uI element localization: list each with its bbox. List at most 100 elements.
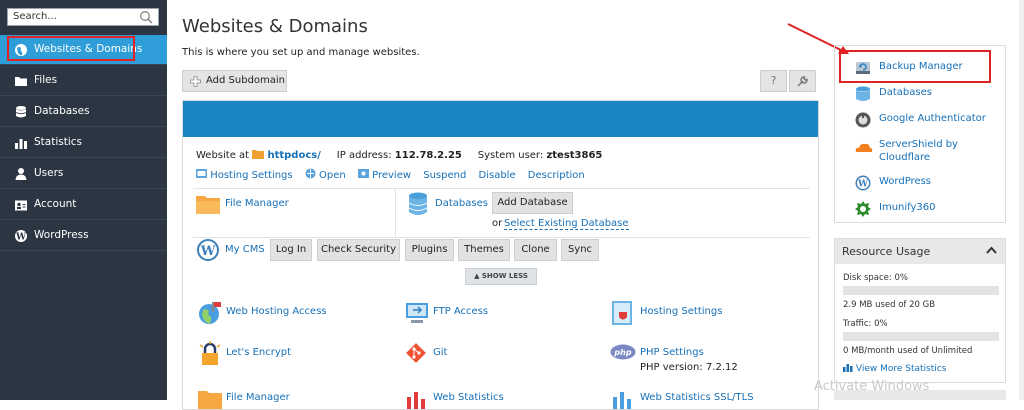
lets-encrypt-icon bbox=[199, 341, 221, 365]
website-card: Website at httpdocs/ IP address: 112.78.… bbox=[182, 100, 819, 410]
databases-link[interactable]: Databases bbox=[435, 198, 488, 209]
divider bbox=[193, 188, 810, 189]
php-settings-link[interactable]: PHP Settings bbox=[640, 347, 704, 358]
folder-icon bbox=[15, 77, 27, 86]
file-manager-link[interactable]: File Manager bbox=[225, 198, 289, 209]
nav-statistics[interactable]: Statistics bbox=[0, 128, 167, 158]
nav-account[interactable]: Account bbox=[0, 190, 167, 220]
or-label: or bbox=[492, 218, 503, 229]
bar-chart-icon bbox=[15, 139, 27, 149]
hosting-settings-link[interactable]: Hosting Settings bbox=[640, 306, 722, 317]
servershield-label-1: ServerShield by bbox=[879, 139, 958, 150]
git-icon bbox=[406, 343, 426, 363]
disk-space-bar bbox=[843, 286, 999, 295]
authenticator-icon bbox=[855, 112, 871, 128]
plugins-button[interactable]: Plugins bbox=[405, 239, 454, 261]
clone-button[interactable]: Clone bbox=[514, 239, 557, 261]
hosting-settings-link[interactable]: Hosting Settings bbox=[210, 170, 292, 181]
search-icon[interactable] bbox=[139, 10, 153, 24]
system-user-value: ztest3865 bbox=[546, 150, 603, 161]
stats-icon bbox=[613, 392, 631, 409]
show-less-label: SHOW LESS bbox=[481, 272, 528, 280]
web-statistics-link[interactable]: Web Statistics bbox=[433, 392, 504, 403]
resource-usage-panel: Resource Usage Disk space: 0% 2.9 MB use… bbox=[834, 238, 1006, 383]
sync-button[interactable]: Sync bbox=[561, 239, 599, 261]
nav-files[interactable]: Files bbox=[0, 66, 167, 96]
php-version: PHP version: 7.2.12 bbox=[640, 362, 738, 373]
svg-text:W: W bbox=[15, 233, 27, 243]
lets-encrypt-link[interactable]: Let's Encrypt bbox=[226, 347, 291, 358]
search-input[interactable] bbox=[13, 11, 133, 22]
folder-icon bbox=[252, 150, 265, 159]
web-statistics-ssl-link[interactable]: Web Statistics SSL/TLS bbox=[640, 392, 754, 403]
add-subdomain-button[interactable]: Add Subdomain bbox=[182, 70, 287, 92]
cms-login-button[interactable]: Log In bbox=[270, 239, 312, 261]
view-more-statistics-link[interactable]: View More Statistics bbox=[843, 363, 946, 374]
activate-windows-watermark: Activate Windows bbox=[814, 379, 930, 394]
help-button[interactable]: ? bbox=[760, 70, 787, 92]
preview-icon bbox=[357, 169, 369, 178]
wordpress-icon: W bbox=[15, 230, 27, 243]
card-header-bar bbox=[183, 101, 818, 137]
cloudflare-icon bbox=[855, 143, 873, 152]
nav-label: Files bbox=[34, 74, 58, 86]
show-less-button[interactable]: ▲ SHOW LESS bbox=[465, 268, 537, 285]
folder-icon bbox=[196, 196, 220, 214]
scrollbar-track[interactable] bbox=[1019, 0, 1024, 400]
divider bbox=[395, 189, 396, 237]
settings-button[interactable] bbox=[789, 70, 816, 92]
docroot-link[interactable]: httpdocs/ bbox=[267, 150, 320, 161]
svg-text:W: W bbox=[857, 180, 869, 190]
database-icon bbox=[408, 192, 428, 215]
user-icon bbox=[15, 168, 27, 180]
check-security-button[interactable]: Check Security bbox=[317, 239, 400, 261]
database-icon bbox=[856, 86, 870, 101]
website-at-label: Website at bbox=[196, 150, 250, 161]
nav-label: Statistics bbox=[34, 136, 82, 148]
web-access-icon bbox=[199, 302, 221, 324]
svg-text:php: php bbox=[613, 348, 631, 357]
select-existing-db-link[interactable]: Select Existing Database bbox=[504, 218, 629, 230]
suspend-link[interactable]: Suspend bbox=[423, 170, 466, 181]
highlight-box bbox=[839, 50, 991, 83]
nav-wordpress[interactable]: W WordPress bbox=[0, 221, 167, 251]
nav-databases[interactable]: Databases bbox=[0, 97, 167, 127]
wrench-icon bbox=[797, 76, 808, 87]
folder-icon bbox=[198, 391, 222, 409]
chevron-up-icon[interactable] bbox=[986, 246, 997, 254]
preview-link[interactable]: Preview bbox=[372, 170, 411, 181]
disable-link[interactable]: Disable bbox=[479, 170, 516, 181]
description-link[interactable]: Description bbox=[528, 170, 585, 181]
resource-usage-header[interactable]: Resource Usage bbox=[835, 239, 1005, 264]
git-link[interactable]: Git bbox=[433, 347, 447, 358]
svg-text:W: W bbox=[200, 244, 216, 259]
web-hosting-access-link[interactable]: Web Hosting Access bbox=[226, 306, 327, 317]
nav-users[interactable]: Users bbox=[0, 159, 167, 189]
highlight-box bbox=[7, 36, 135, 61]
ftp-access-link[interactable]: FTP Access bbox=[433, 306, 488, 317]
themes-button[interactable]: Themes bbox=[458, 239, 510, 261]
php-icon: php bbox=[610, 344, 636, 360]
servershield-label: ServerShield by Cloudflare bbox=[879, 138, 958, 164]
servershield-label-2: Cloudflare bbox=[879, 152, 931, 163]
page-title: Websites & Domains bbox=[182, 16, 368, 37]
hosting-settings-icon bbox=[612, 301, 632, 325]
file-manager-link-2[interactable]: File Manager bbox=[226, 392, 290, 403]
page-description: This is where you set up and manage webs… bbox=[182, 47, 420, 58]
imunify-icon bbox=[855, 201, 871, 217]
bar-chart-icon bbox=[843, 364, 853, 372]
wordpress-icon: W bbox=[855, 175, 871, 191]
traffic-label: Traffic: 0% bbox=[843, 319, 888, 329]
stats-icon bbox=[407, 392, 425, 409]
my-cms-link[interactable]: My CMS bbox=[225, 244, 265, 255]
wordpress-label: WordPress bbox=[879, 176, 932, 187]
open-link[interactable]: Open bbox=[319, 170, 346, 181]
hosting-settings-icon bbox=[196, 169, 207, 178]
view-more-label: View More Statistics bbox=[855, 364, 947, 374]
caret-up-icon: ▲ bbox=[474, 272, 482, 280]
database-icon bbox=[15, 106, 27, 118]
add-database-button[interactable]: Add Database bbox=[492, 192, 573, 214]
search-box[interactable] bbox=[7, 8, 159, 26]
nav-label: Databases bbox=[34, 105, 90, 117]
sidebar: Websites & Domains Files Databases Stati… bbox=[0, 0, 167, 400]
